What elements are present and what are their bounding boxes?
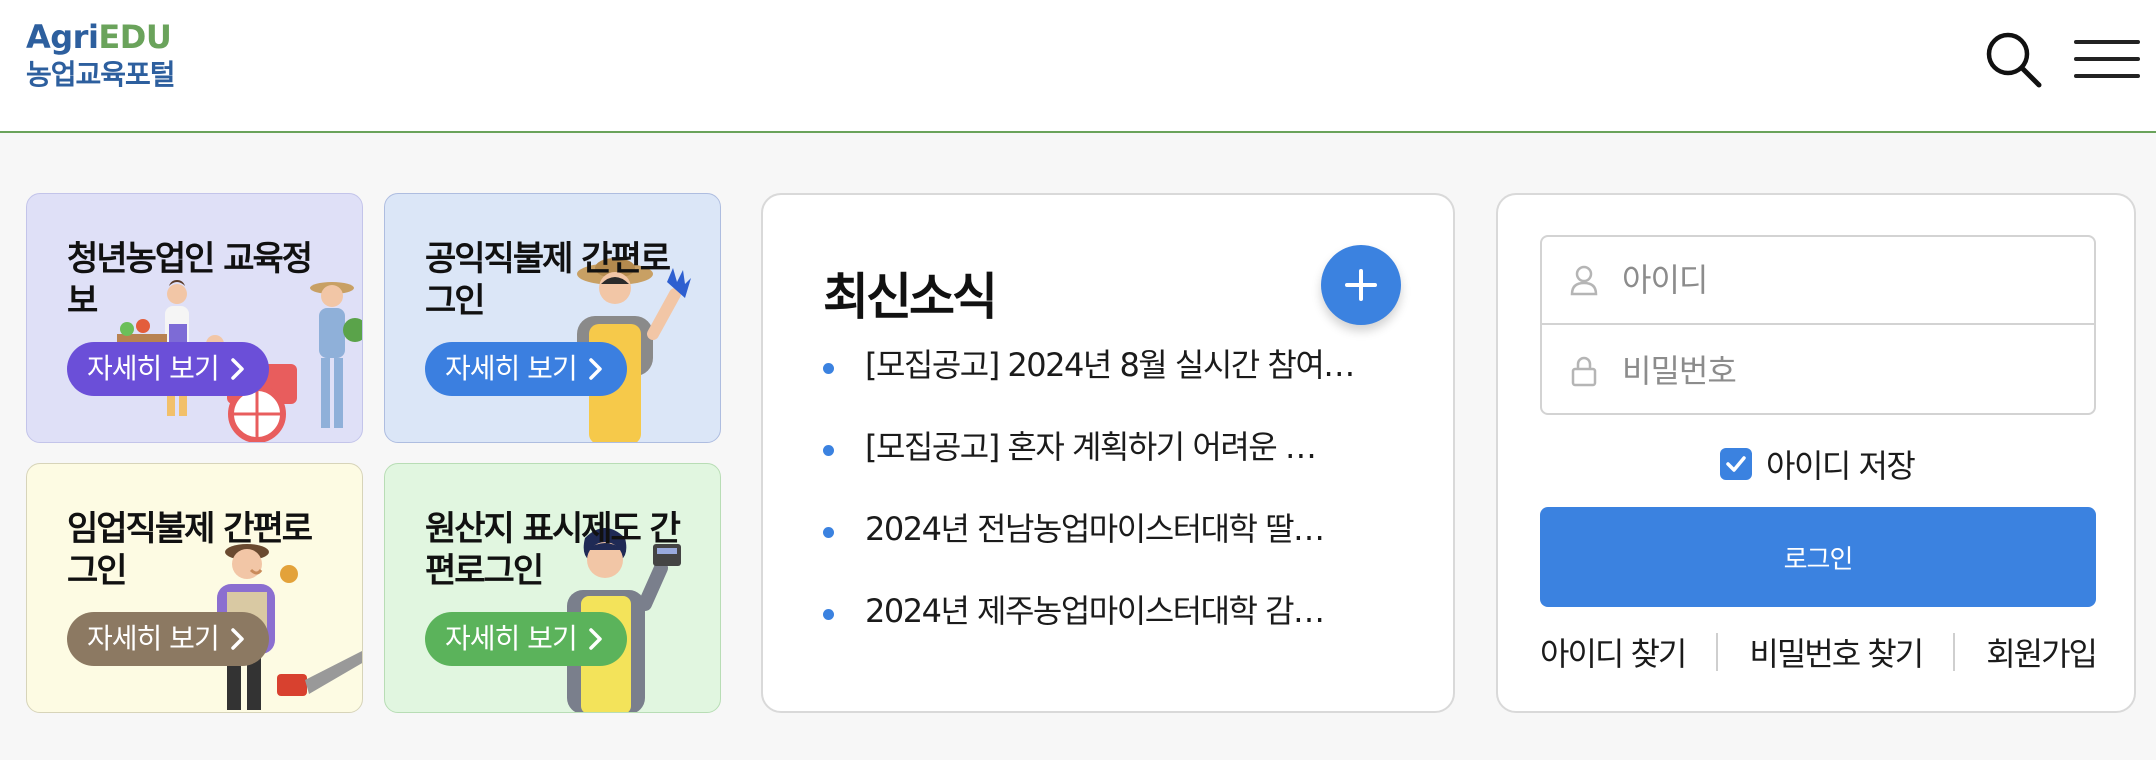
hamburger-menu-button[interactable]	[2074, 34, 2142, 84]
card-public-direct-payment-login[interactable]: 공익직불제 간편로그인 자세히 보기	[384, 193, 721, 443]
signup-link[interactable]: 회원가입	[1986, 629, 2098, 675]
card-title: 청년농업인 교육정보	[67, 239, 313, 321]
card-youth-farmer-education[interactable]: 청년농업인 교육정보 자세히 보기	[26, 193, 363, 443]
login-button[interactable]: 로그인	[1540, 507, 2096, 607]
password-field	[1542, 327, 2094, 415]
login-panel: 아이디 저장 로그인 아이디 찾기 비밀번호 찾기 회원가입	[1496, 193, 2136, 713]
logo-wordmark: AgriEDU	[26, 18, 172, 56]
checkbox-checked-icon[interactable]	[1720, 448, 1752, 480]
user-icon	[1564, 264, 1604, 296]
id-input[interactable]	[1622, 261, 2082, 299]
id-field	[1542, 237, 2094, 325]
news-item[interactable]: 2024년 전남농업마이스터대학 딸…	[823, 507, 1383, 589]
news-title: 최신소식	[823, 268, 998, 326]
chevron-right-icon	[230, 358, 244, 380]
site-logo[interactable]: AgriEDU 농업교육포털	[26, 18, 176, 94]
news-list: [모집공고] 2024년 8월 실시간 참여… [모집공고] 혼자 계획하기 어…	[823, 343, 1383, 671]
password-input[interactable]	[1622, 352, 2082, 390]
remember-id-checkbox[interactable]: 아이디 저장	[1720, 441, 1916, 487]
card-title: 공익직불제 간편로그인	[425, 239, 671, 321]
hamburger-menu-icon-line	[2074, 57, 2140, 61]
login-fields	[1540, 235, 2096, 415]
search-icon	[1986, 32, 2042, 88]
latest-news-panel: 최신소식 [모집공고] 2024년 8월 실시간 참여… [모집공고] 혼자 계…	[761, 193, 1455, 713]
site-header: AgriEDU 농업교육포털	[0, 0, 2156, 133]
login-links: 아이디 찾기 비밀번호 찾기 회원가입	[1540, 629, 2098, 675]
card-detail-button[interactable]: 자세히 보기	[67, 342, 269, 396]
card-detail-button[interactable]: 자세히 보기	[67, 612, 269, 666]
find-password-link[interactable]: 비밀번호 찾기	[1749, 629, 1924, 675]
news-item[interactable]: [모집공고] 2024년 8월 실시간 참여…	[823, 343, 1383, 425]
remember-id-label: 아이디 저장	[1766, 447, 1916, 485]
news-item[interactable]: 2024년 제주농업마이스터대학 감…	[823, 589, 1383, 671]
find-id-link[interactable]: 아이디 찾기	[1540, 629, 1687, 675]
news-more-button[interactable]	[1321, 245, 1401, 325]
card-title: 원산지 표시제도 간편로그인	[425, 509, 681, 591]
search-button[interactable]	[1984, 30, 2044, 90]
card-detail-button[interactable]: 자세히 보기	[425, 342, 627, 396]
chevron-right-icon	[588, 358, 602, 380]
news-item[interactable]: [모집공고] 혼자 계획하기 어려운 …	[823, 425, 1383, 507]
card-forestry-direct-payment-login[interactable]: 임업직불제 간편로그인 자세히 보기	[26, 463, 363, 713]
card-detail-button[interactable]: 자세히 보기	[425, 612, 627, 666]
logo-subtitle: 농업교육포털	[26, 58, 176, 91]
hamburger-menu-icon	[2074, 40, 2140, 44]
plus-icon	[1345, 269, 1377, 301]
chevron-right-icon	[230, 628, 244, 650]
card-title: 임업직불제 간편로그인	[67, 509, 313, 591]
lock-icon	[1564, 355, 1604, 387]
chevron-right-icon	[588, 628, 602, 650]
link-divider	[1953, 633, 1956, 671]
hamburger-menu-icon-line	[2074, 74, 2140, 78]
card-origin-labeling-login[interactable]: 원산지 표시제도 간편로그인 자세히 보기	[384, 463, 721, 713]
link-divider	[1716, 633, 1719, 671]
